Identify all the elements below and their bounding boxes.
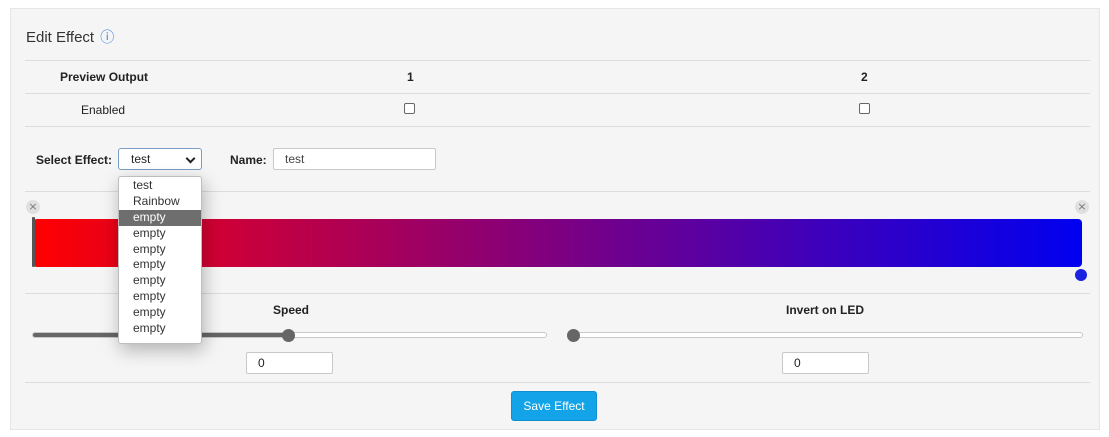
chevron-down-icon bbox=[185, 153, 196, 164]
title-text: Edit Effect bbox=[26, 29, 95, 46]
speed-input-value: 0 bbox=[258, 356, 265, 370]
name-input-value: test bbox=[285, 152, 305, 166]
option-item[interactable]: Rainbow bbox=[119, 194, 201, 210]
preview-output-header: Preview Output bbox=[60, 70, 149, 84]
name-input[interactable]: test bbox=[273, 148, 436, 170]
column-header-2: 2 bbox=[861, 70, 868, 84]
select-effect-dropdown[interactable]: test bbox=[118, 148, 202, 170]
divider bbox=[25, 382, 1090, 383]
option-item[interactable]: empty bbox=[119, 273, 201, 289]
speed-label: Speed bbox=[273, 303, 310, 317]
option-item[interactable]: empty bbox=[119, 289, 201, 305]
invert-input[interactable]: 0 bbox=[782, 352, 869, 374]
column-header-1: 1 bbox=[407, 70, 414, 84]
option-item[interactable]: empty bbox=[119, 226, 201, 242]
speed-input[interactable]: 0 bbox=[246, 352, 333, 374]
select-effect-options: test Rainbow empty empty empty empty emp… bbox=[118, 176, 202, 344]
remove-left-stop-icon[interactable]: × bbox=[26, 200, 40, 214]
invert-slider-track[interactable] bbox=[567, 332, 1083, 338]
invert-slider-thumb[interactable] bbox=[567, 329, 580, 342]
option-item[interactable]: empty bbox=[119, 305, 201, 321]
info-icon[interactable]: ⓘ bbox=[100, 30, 114, 46]
name-label: Name: bbox=[230, 153, 267, 167]
speed-slider-thumb[interactable] bbox=[282, 329, 295, 342]
divider bbox=[25, 60, 1090, 61]
option-item[interactable]: empty bbox=[119, 321, 201, 337]
enabled-label: Enabled bbox=[81, 103, 126, 117]
gradient-stop-handle[interactable] bbox=[32, 217, 35, 267]
remove-right-stop-icon[interactable]: × bbox=[1075, 200, 1089, 214]
select-effect-value: test bbox=[131, 152, 151, 166]
invert-on-led-label: Invert on LED bbox=[786, 303, 865, 317]
gradient-color-stop[interactable] bbox=[1075, 269, 1087, 281]
option-item[interactable]: empty bbox=[119, 257, 201, 273]
option-item[interactable]: test bbox=[119, 178, 201, 194]
option-item-highlighted[interactable]: empty bbox=[119, 209, 201, 226]
enabled-checkbox-2[interactable] bbox=[859, 103, 870, 114]
invert-input-value: 0 bbox=[794, 356, 801, 370]
select-effect-label: Select Effect: bbox=[36, 153, 113, 167]
enabled-checkbox-1[interactable] bbox=[404, 103, 415, 114]
divider bbox=[25, 126, 1090, 127]
divider bbox=[25, 93, 1090, 94]
page-title: Edit Effect ⓘ bbox=[26, 27, 114, 47]
option-item[interactable]: empty bbox=[119, 242, 201, 258]
save-effect-button[interactable]: Save Effect bbox=[511, 391, 597, 421]
